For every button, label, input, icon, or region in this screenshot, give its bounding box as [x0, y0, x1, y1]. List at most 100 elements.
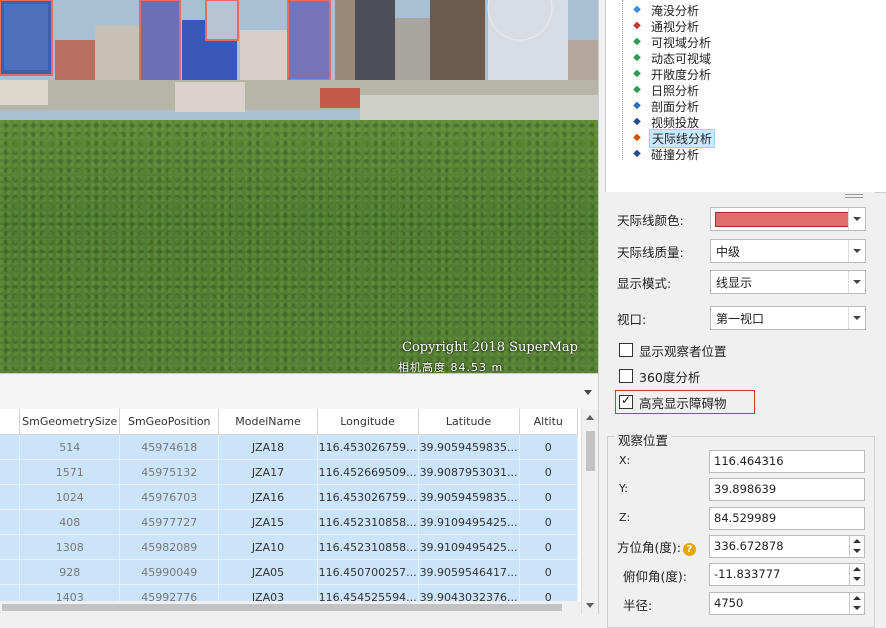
tree-item[interactable]: ◆ 通视分析 [630, 18, 701, 34]
column-header[interactable] [0, 409, 21, 435]
row-selector[interactable] [0, 534, 21, 560]
radius-spinner[interactable]: 4750 [709, 592, 865, 615]
spin-arrows-icon[interactable] [849, 593, 864, 614]
table-row[interactable]: 408 45977727 JZA15 116.452310858... 39.91094… [0, 509, 579, 535]
table-cell[interactable]: 0 [519, 434, 579, 460]
table-cell[interactable]: 45977727 [119, 509, 220, 535]
table-cell[interactable]: JZA16 [218, 484, 318, 510]
tree-item[interactable]: ◆ 淹没分析 [630, 2, 701, 18]
tree-item[interactable]: ◆ 碰撞分析 [630, 146, 701, 162]
table-row[interactable]: 928 45990049 JZA05 116.450700257... 39.90595… [0, 559, 579, 585]
table-cell[interactable]: JZA05 [218, 559, 318, 585]
table-cell[interactable]: 1308 [19, 534, 121, 560]
dropdown-arrow-icon[interactable] [584, 390, 592, 395]
table-horizontal-scrollbar[interactable] [0, 601, 581, 614]
table-cell[interactable]: 39.9059459835... [418, 434, 520, 460]
help-icon[interactable]: ? [682, 543, 696, 556]
skyline-color-picker[interactable] [710, 207, 866, 231]
row-selector[interactable] [0, 484, 21, 510]
analysis-tree[interactable]: ◆ 淹没分析 ◆ 通视分析 ◆ 可视域分析 ◆ 动态可视域 ◆ 开敞度分析 ◆ 日照分析 ◆ 剖面分析 ◆ 视… [605, 0, 886, 193]
table-cell[interactable]: 39.9109495425... [418, 534, 520, 560]
analysis-360-label[interactable]: 360度分析 [639, 367, 700, 386]
table-row[interactable]: 514 45974618 JZA18 116.453026759... 39.90594… [0, 434, 579, 460]
table-cell[interactable]: JZA15 [218, 509, 318, 535]
tree-item[interactable]: ◆ 天际线分析 [630, 128, 716, 148]
table-cell[interactable]: 45990049 [119, 559, 220, 585]
spin-arrows-icon[interactable] [849, 564, 864, 585]
column-header[interactable]: Latitude [418, 409, 520, 435]
table-cell[interactable]: 116.453026759... [317, 434, 419, 460]
table-cell[interactable]: JZA17 [218, 459, 318, 485]
row-selector[interactable] [0, 434, 21, 460]
table-row[interactable]: 1024 45976703 JZA16 116.453026759... 39.9059… [0, 484, 579, 510]
table-vertical-scrollbar[interactable] [581, 409, 599, 614]
table-cell[interactable]: 0 [519, 459, 579, 485]
column-header[interactable]: Altitu [519, 409, 579, 435]
azimuth-spinner[interactable]: 336.672878 [709, 535, 865, 558]
tree-item[interactable]: ◆ 日照分析 [630, 82, 701, 98]
table-cell[interactable]: 116.450700257... [317, 559, 419, 585]
chevron-down-icon[interactable] [848, 208, 865, 230]
table-cell[interactable]: 0 [519, 509, 579, 535]
x-field[interactable]: 116.464316 [709, 450, 865, 473]
table-cell[interactable]: 0 [519, 559, 579, 585]
table-cell[interactable]: 39.9087953031... [418, 459, 520, 485]
table-cell[interactable]: 408 [19, 509, 121, 535]
table-cell[interactable]: 45974618 [119, 434, 220, 460]
table-cell[interactable]: 39.9059459835... [418, 484, 520, 510]
3d-scene-viewport[interactable]: Copyright 2018 SuperMap 相机高度 84.53 m [0, 0, 598, 373]
table-cell[interactable]: 39.9059546417... [418, 559, 520, 585]
scroll-up-icon[interactable] [586, 415, 594, 420]
table-row[interactable]: 1308 45982089 JZA10 116.452310858... 39.9109… [0, 534, 579, 560]
column-header[interactable]: SmGeoPosition [119, 409, 220, 435]
table-cell[interactable]: 928 [19, 559, 121, 585]
table-cell[interactable]: 116.453026759... [317, 484, 419, 510]
table-cell[interactable]: 514 [19, 434, 121, 460]
show-observer-label[interactable]: 显示观察者位置 [639, 341, 727, 360]
row-selector[interactable] [0, 559, 21, 585]
show-observer-checkbox[interactable] [619, 343, 633, 357]
y-field[interactable]: 39.898639 [709, 478, 865, 501]
chevron-down-icon[interactable] [848, 271, 865, 293]
table-cell[interactable]: 116.452310858... [317, 534, 419, 560]
analysis-360-checkbox[interactable] [619, 369, 633, 383]
row-selector[interactable] [0, 509, 21, 535]
table-cell[interactable]: JZA18 [218, 434, 318, 460]
tree-item[interactable]: ◆ 开敞度分析 [630, 66, 713, 82]
table-cell[interactable]: 39.9109495425... [418, 509, 520, 535]
table-cell[interactable]: 1024 [19, 484, 121, 510]
grip-icon[interactable] [845, 194, 863, 198]
table-cell[interactable]: 116.452310858... [317, 509, 419, 535]
column-header[interactable]: SmGeometrySize [19, 409, 121, 435]
table-cell[interactable]: 0 [519, 484, 579, 510]
scroll-down-icon[interactable] [586, 603, 594, 608]
viewport-select[interactable]: 第一视口 [710, 306, 866, 330]
highlight-obstacles-label[interactable]: 高亮显示障碍物 [639, 393, 727, 412]
table-cell[interactable]: 45982089 [119, 534, 220, 560]
table-cell[interactable]: JZA10 [218, 534, 318, 560]
column-header[interactable]: Longitude [317, 409, 419, 435]
table-row[interactable]: 1571 45975132 JZA17 116.452669509... 39.9087… [0, 459, 579, 485]
panel-splitter[interactable] [0, 373, 598, 410]
table-cell[interactable]: 1571 [19, 459, 121, 485]
table-cell[interactable]: 45976703 [119, 484, 220, 510]
z-field[interactable]: 84.529989 [709, 507, 865, 530]
column-header[interactable]: ModelName [218, 409, 318, 435]
tree-item[interactable]: ◆ 动态可视域 [630, 50, 713, 66]
table-cell[interactable]: 45975132 [119, 459, 220, 485]
highlight-obstacles-checkbox[interactable] [619, 393, 633, 409]
scroll-thumb[interactable] [2, 604, 562, 611]
pitch-spinner[interactable]: -11.833777 [709, 563, 865, 586]
scroll-thumb[interactable] [586, 431, 595, 471]
table-cell[interactable]: 0 [519, 534, 579, 560]
table-cell[interactable]: 116.452669509... [317, 459, 419, 485]
chevron-down-icon[interactable] [848, 307, 865, 329]
tree-item[interactable]: ◆ 可视域分析 [630, 34, 713, 50]
display-mode-select[interactable]: 线显示 [710, 270, 866, 294]
row-selector[interactable] [0, 459, 21, 485]
skyline-quality-select[interactable]: 中级 [710, 239, 866, 263]
tree-item[interactable]: ◆ 剖面分析 [630, 98, 701, 114]
attribute-table[interactable]: SmGeometrySize SmGeoPosition ModelName L… [0, 409, 598, 614]
spin-arrows-icon[interactable] [849, 536, 864, 557]
chevron-down-icon[interactable] [848, 240, 865, 262]
